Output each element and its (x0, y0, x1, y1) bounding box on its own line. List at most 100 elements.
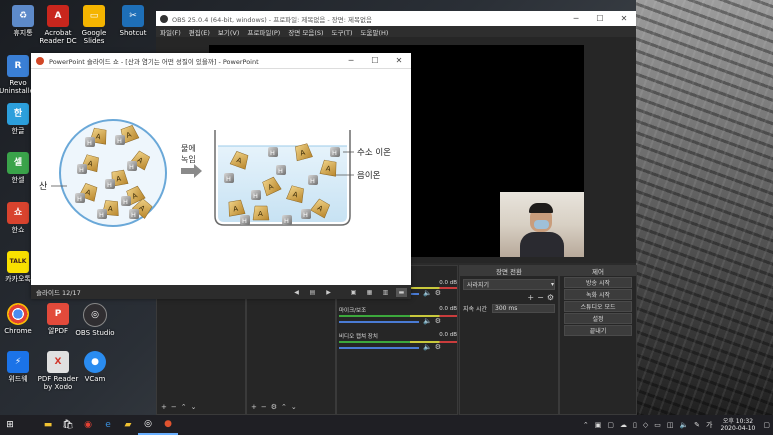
add-icon[interactable]: + (527, 293, 534, 302)
battery-icon[interactable]: ▭ (654, 421, 661, 429)
menu-view[interactable]: 보기(V) (218, 27, 239, 37)
add-icon[interactable]: + (251, 403, 257, 411)
slide-counter: 슬라이드 12/17 (36, 289, 81, 297)
desktop-icon-shotcut[interactable]: ✂ Shotcut (111, 5, 155, 37)
volume-icon[interactable]: 🔈 (679, 421, 688, 429)
studio-mode-button[interactable]: 스튜디오 모드 (564, 301, 632, 312)
show-hidden-icons-icon[interactable]: ⌃ (583, 421, 589, 429)
previous-slide-icon[interactable]: ◀ (291, 288, 302, 297)
ppt-slideshow-status: 슬라이드 12/17 ◀ ▤ ▶ ▣ ▦ ▥ ▬ (31, 285, 411, 299)
desktop-icon-widwe[interactable]: ⚡ 위드웨 (0, 351, 40, 383)
menu-help[interactable]: 도움말(H) (361, 27, 389, 37)
chevron-down-icon: ▾ (550, 281, 554, 288)
powerpoint-icon (36, 56, 44, 65)
transition-tools: + − ⚙ (460, 293, 554, 302)
start-streaming-button[interactable]: 방송 시작 (564, 277, 632, 288)
hydrogen-ion-particle: H (97, 209, 107, 219)
minimize-icon[interactable]: ─ (339, 56, 363, 65)
store-icon[interactable]: 🛍 (58, 415, 78, 435)
tray-app-icon[interactable]: ▢ (607, 421, 614, 429)
ime-indicator-icon[interactable]: 가 (706, 420, 712, 430)
anion-particle: A (252, 205, 270, 221)
maximize-icon[interactable]: ☐ (588, 14, 612, 23)
speaker-icon[interactable]: 🔈 (423, 289, 432, 297)
up-icon[interactable]: ⌃ (181, 403, 187, 411)
svg-text:H: H (303, 211, 308, 219)
powerpoint-taskbar-icon[interactable]: ● (158, 415, 178, 435)
notifications-icon[interactable]: ▢ (763, 421, 770, 429)
slide-menu-icon[interactable]: ▤ (307, 288, 318, 297)
remove-icon[interactable]: − (261, 403, 267, 411)
menu-profile[interactable]: 프로파일(P) (247, 27, 280, 37)
up-icon[interactable]: ⌃ (281, 403, 287, 411)
chrome-icon[interactable]: ◉ (78, 415, 98, 435)
search-icon[interactable] (20, 415, 38, 435)
edge-icon[interactable]: e (98, 415, 118, 435)
down-icon[interactable]: ⌄ (191, 403, 197, 411)
svg-text:H: H (99, 211, 104, 219)
menu-file[interactable]: 파일(F) (160, 27, 181, 37)
hydrogen-ion-particle: H (85, 137, 95, 147)
arrow-label-line2: 녹임 (181, 155, 196, 164)
slideshow-view-icon[interactable]: ▬ (396, 287, 407, 297)
mixer-db: 0.0 dB (439, 306, 457, 312)
slide-sorter-icon[interactable]: ▦ (364, 288, 375, 297)
desktop-icon-obs[interactable]: ◎ OBS Studio (73, 303, 117, 337)
desktop-icon-google-slides[interactable]: ▭ Google Slides (72, 5, 116, 45)
add-icon[interactable]: + (161, 403, 167, 411)
volume-slider[interactable] (339, 321, 419, 323)
minimize-icon[interactable]: ─ (564, 14, 588, 23)
normal-view-icon[interactable]: ▣ (348, 288, 359, 297)
obs-taskbar-icon[interactable]: ◎ (138, 415, 158, 435)
transitions-header: 장면 전환 (460, 266, 558, 276)
kakaotalk-icon: TALK (7, 251, 29, 273)
scenes-toolbar: + − ⌃ ⌄ (161, 403, 197, 411)
onedrive-icon[interactable]: ☁ (620, 421, 627, 429)
transition-select[interactable]: 사라지기 ▾ (463, 279, 555, 290)
gear-icon[interactable]: ⚙ (435, 343, 441, 351)
gear-icon[interactable]: ⚙ (435, 289, 441, 297)
svg-text:H: H (87, 139, 92, 147)
controls-dock: 제어 방송 시작 녹화 시작 스튜디오 모드 설정 끝내기 (559, 265, 637, 415)
mixer-db: 0.0 dB (439, 280, 457, 286)
desktop-icon-vcam[interactable]: ● VCam (73, 351, 117, 383)
tray-app-icon[interactable]: ◇ (643, 421, 648, 429)
start-recording-button[interactable]: 녹화 시작 (564, 289, 632, 300)
speaker-icon[interactable]: 🔈 (423, 317, 432, 325)
remove-icon[interactable]: − (537, 293, 544, 302)
mixer-row-video-capture: 비디오 캡쳐 장치 0.0 dB 🔈 ⚙ (339, 332, 457, 351)
settings-button[interactable]: 설정 (564, 313, 632, 324)
controls-header: 제어 (560, 266, 636, 276)
pen-icon[interactable]: ✎ (694, 421, 700, 429)
menu-tools[interactable]: 도구(T) (332, 27, 353, 37)
menu-edit[interactable]: 편집(E) (189, 27, 210, 37)
desktop-icon-chrome[interactable]: Chrome (0, 303, 40, 335)
next-slide-icon[interactable]: ▶ (323, 288, 334, 297)
close-icon[interactable]: ✕ (387, 56, 411, 65)
close-icon[interactable]: ✕ (612, 14, 636, 23)
network-icon[interactable]: ◫ (667, 421, 674, 429)
clock[interactable]: 오후 10:32 2020-04-10 (721, 418, 756, 432)
gear-icon[interactable]: ⚙ (547, 293, 554, 302)
svg-text:H: H (278, 167, 283, 175)
hydrogen-ion-particle: H (224, 173, 234, 183)
maximize-icon[interactable]: ☐ (363, 56, 387, 65)
start-windows-icon[interactable]: ⊞ (0, 415, 20, 435)
svg-text:H: H (107, 181, 112, 189)
volume-slider[interactable] (339, 347, 419, 349)
down-icon[interactable]: ⌄ (291, 403, 297, 411)
reading-view-icon[interactable]: ▥ (380, 288, 391, 297)
gear-icon[interactable]: ⚙ (271, 403, 277, 411)
menu-scene-collection[interactable]: 장면 모음(S) (288, 27, 323, 37)
exit-button[interactable]: 끝내기 (564, 325, 632, 336)
duration-input[interactable]: 300 ms (492, 304, 555, 313)
folder-icon[interactable]: ▰ (118, 415, 138, 435)
widwe-icon: ⚡ (7, 351, 29, 373)
usb-icon[interactable]: ▯ (633, 421, 637, 429)
gear-icon[interactable]: ⚙ (435, 317, 441, 325)
file-explorer-icon[interactable]: ▬ (38, 415, 58, 435)
hydrogen-ion-label: 수소 이온 (357, 147, 391, 158)
speaker-icon[interactable]: 🔈 (423, 343, 432, 351)
remove-icon[interactable]: − (171, 403, 177, 411)
tray-app-icon[interactable]: ▣ (595, 421, 602, 429)
